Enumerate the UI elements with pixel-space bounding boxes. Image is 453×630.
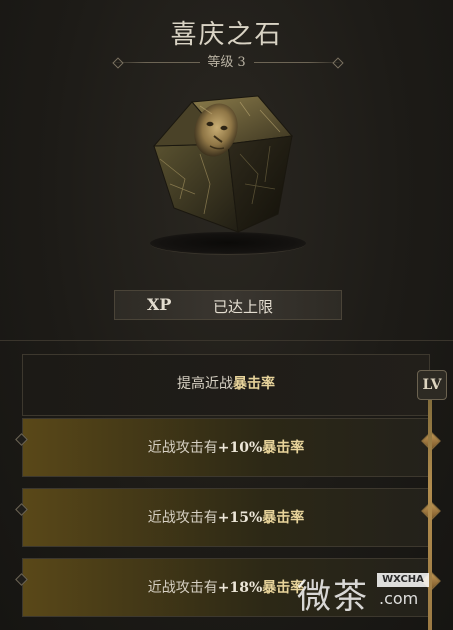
cube-artifact-icon xyxy=(140,84,310,249)
item-title: 喜庆之石 xyxy=(170,20,283,50)
perk-row-1[interactable]: 近战攻击有+10%暴击率 xyxy=(22,418,430,477)
level-value: 3 xyxy=(237,55,246,70)
watermark-domain: .com xyxy=(379,589,419,608)
perk-header-row: 提高近战暴击率 xyxy=(22,354,430,416)
watermark-badge: WXCHA xyxy=(377,573,429,587)
watermark-text: 微茶 xyxy=(297,577,369,617)
perk-percent: +10% xyxy=(217,440,263,456)
perk-highlight: 暴击率 xyxy=(262,440,305,456)
perk-row-2[interactable]: 近战攻击有+15%暴击率 xyxy=(22,488,430,547)
item-level: 等级 3 xyxy=(0,51,453,70)
perk-header-text: 提高近战暴击率 xyxy=(23,373,429,393)
xp-status-bar: XP 已达上限 xyxy=(114,290,342,320)
perk-highlight: 暴击率 xyxy=(262,510,305,526)
xp-label: XP xyxy=(147,295,172,314)
perk-prefix: 近战攻击有 xyxy=(147,580,218,596)
section-divider xyxy=(0,340,453,341)
perk-header-highlight: 暴击率 xyxy=(233,376,275,392)
item-detail-panel: 喜庆之石 等级 3 XP 已达上限 提高近战暴击率 近战攻击有+10%暴击率 近… xyxy=(0,0,453,630)
level-label: 等级 xyxy=(207,55,234,70)
perk-prefix: 近战攻击有 xyxy=(147,510,218,526)
lv-badge-icon: LV xyxy=(417,370,447,400)
watermark: 微茶 WXCHA .com xyxy=(297,569,447,621)
perk-row-text: 近战攻击有+10%暴击率 xyxy=(23,437,429,457)
perk-row-text: 近战攻击有+15%暴击率 xyxy=(23,507,429,527)
perk-percent: +18% xyxy=(217,580,263,596)
xp-value: 已达上限 xyxy=(213,298,274,316)
perk-prefix: 近战攻击有 xyxy=(147,440,218,456)
perk-header-prefix: 提高近战 xyxy=(177,376,233,392)
perk-percent: +15% xyxy=(217,510,263,526)
